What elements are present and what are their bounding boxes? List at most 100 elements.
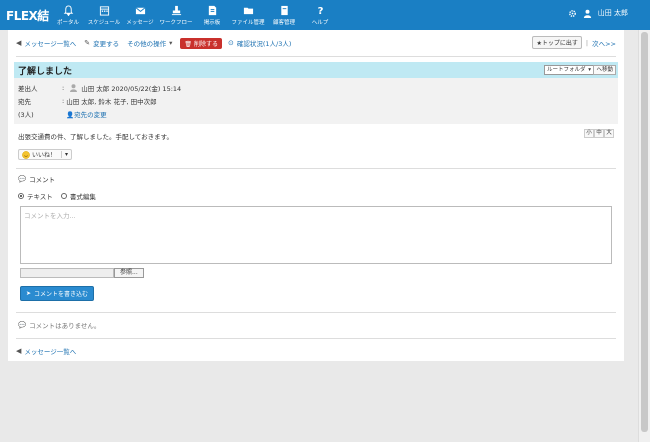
to-value: 山田 太郎, 鈴木 花子, 田中次郎 (66, 98, 157, 106)
avatar-icon (70, 84, 78, 92)
confirm-status-label: 確認状況(1人/3人) (236, 40, 292, 48)
change-recipients-link[interactable]: 👤宛先の変更 (66, 109, 107, 119)
other-actions-menu[interactable]: その他の操作 ▾ (127, 38, 172, 48)
back-link-label: メッセージ一覧へ (24, 40, 77, 48)
divider (16, 56, 616, 57)
radio-unselected (60, 193, 67, 199)
browse-button[interactable]: 参照... (114, 268, 144, 278)
to-top-label: トップに出す (541, 40, 578, 47)
file-path-field[interactable] (20, 268, 114, 278)
colon: : (62, 84, 65, 92)
nav-label: メッセージ (126, 19, 154, 26)
chevron-down-icon[interactable]: ▾ (61, 151, 68, 158)
divider (16, 338, 616, 339)
message-panel: ◀ メッセージ一覧へ ✎ 変更する その他の操作 ▾ 🗑 削除する ⊙ 確認状況(1人/… (8, 30, 624, 361)
chevron-down-icon: ▾ (588, 67, 591, 73)
edit-link-label: 変更する (93, 40, 120, 48)
font-size-small-button[interactable]: 小 (584, 129, 594, 138)
nav-label: スケジュール (87, 19, 121, 26)
nav-schedule[interactable]: スケジュール (86, 0, 122, 30)
folder-select-value: ルートフォルダ (547, 67, 586, 73)
comment-heading-label: コメント (29, 176, 56, 184)
user-icon: 👤 (66, 111, 75, 119)
font-size-medium-button[interactable]: 中 (594, 129, 604, 138)
toolbar-right: ★トップに出す | 次へ>> (532, 36, 616, 49)
mail-icon (135, 6, 145, 14)
nav-board[interactable]: 掲示板 (194, 0, 230, 30)
like-button[interactable]: いいね！ ▾ (18, 149, 73, 160)
mode-text-label: テキスト (27, 193, 53, 201)
chevron-left-icon: ◀ (16, 39, 22, 47)
comment-icon: 💬 (18, 321, 27, 329)
user-name[interactable]: 山田 太郎 (598, 8, 628, 18)
question-icon: ? (317, 6, 323, 16)
chevron-down-icon: ▾ (169, 39, 173, 47)
count-row: (3人) 👤宛先の変更 (18, 109, 107, 119)
stamp-icon (171, 5, 181, 15)
edit-link[interactable]: ✎ 変更する (84, 38, 119, 48)
app-logo[interactable]: FLEX結 (6, 7, 49, 24)
message-title: 了解しました (18, 67, 73, 77)
sender-label: 差出人 (18, 85, 38, 93)
nav-files[interactable]: ファイル管理 (230, 0, 266, 30)
other-actions-label: その他の操作 (127, 40, 167, 48)
divider: | (585, 38, 589, 47)
calendar-icon (99, 5, 109, 16)
comment-input[interactable]: コメントを入力... (20, 206, 612, 264)
change-recipients-label: 宛先の変更 (74, 111, 107, 119)
next-link[interactable]: 次へ>> (592, 38, 616, 48)
nav-portal[interactable]: ポータル (50, 0, 86, 30)
confirm-status-link[interactable]: ⊙ 確認状況(1人/3人) (228, 38, 291, 48)
nav-customers[interactable]: 顧客管理 (266, 0, 302, 30)
nav-label: ヘルプ (311, 19, 329, 26)
radio-selected (18, 193, 24, 199)
nav-label: 顧客管理 (272, 19, 295, 26)
to-top-button[interactable]: ★トップに出す (532, 36, 582, 49)
smile-icon (22, 150, 30, 159)
font-size-buttons: 小 中 大 (584, 129, 614, 138)
chevron-left-icon: ◀ (16, 347, 22, 355)
comment-mode: テキスト 書式編集 (18, 191, 96, 201)
folder-select[interactable]: ルートフォルダ ▾ (544, 65, 594, 75)
message-toolbar: ◀ メッセージ一覧へ ✎ 変更する その他の操作 ▾ 🗑 削除する ⊙ 確認状況(1人/… (16, 36, 616, 50)
check-circle-icon: ⊙ (227, 39, 234, 47)
colon: : (62, 97, 65, 105)
comment-heading: 💬 コメント (18, 174, 55, 184)
message-meta: 差出人 : 山田 太郎 2020/05/22(金) 15:14 宛先 : 山田 … (14, 78, 618, 124)
send-icon: ➤ (26, 290, 32, 297)
like-label: いいね！ (32, 152, 57, 159)
to-label: 宛先 (18, 98, 31, 106)
trash-icon: 🗑 (184, 40, 193, 48)
scrollbar[interactable] (638, 30, 650, 442)
gear-icon[interactable] (568, 9, 577, 18)
submit-comment-button[interactable]: ➤ コメントを書き込む (20, 286, 95, 301)
footer-back-link[interactable]: ◀ メッセージ一覧へ (16, 346, 76, 356)
nav-help[interactable]: ? ヘルプ (302, 0, 338, 30)
recipients-row: 宛先 : 山田 太郎, 鈴木 花子, 田中次郎 (18, 96, 157, 106)
main-nav: ポータル スケジュール メッセージ ワークフロー 掲示板 ファイル管理 顧客管理… (50, 0, 338, 30)
sender-row: 差出人 : 山田 太郎 2020/05/22(金) 15:14 (18, 83, 181, 93)
delete-button[interactable]: 🗑 削除する (180, 37, 222, 49)
message-body: 出張交通費の件、了解しました。手配しておきます。 (18, 133, 173, 141)
divider (16, 168, 616, 169)
sender-value: 山田 太郎 2020/05/22(金) 15:14 (81, 85, 182, 93)
mode-rich-radio[interactable]: 書式編集 (60, 191, 96, 201)
scrollbar-thumb[interactable] (641, 32, 648, 432)
move-button[interactable]: へ移動 (593, 65, 616, 75)
app-header: FLEX結 ポータル スケジュール メッセージ ワークフロー 掲示板 ファイル管… (0, 0, 650, 30)
folder-icon (243, 7, 253, 14)
nav-label: 掲示板 (203, 19, 221, 26)
delete-label: 削除する (193, 40, 218, 48)
mode-text-radio[interactable]: テキスト (18, 191, 53, 201)
footer-back-label: メッセージ一覧へ (24, 348, 77, 356)
svg-text:?: ? (317, 6, 323, 16)
back-to-list-link[interactable]: ◀ メッセージ一覧へ (16, 38, 76, 48)
nav-workflow[interactable]: ワークフロー (158, 0, 194, 30)
file-upload: 参照... (20, 268, 144, 278)
nav-message[interactable]: メッセージ (122, 0, 158, 30)
user-icon (583, 9, 591, 18)
divider (16, 312, 616, 313)
font-size-large-button[interactable]: 大 (604, 129, 614, 138)
message-title-bar: 了解しました ルートフォルダ ▾ へ移動 (14, 62, 618, 78)
user-area: 山田 太郎 (568, 8, 628, 18)
